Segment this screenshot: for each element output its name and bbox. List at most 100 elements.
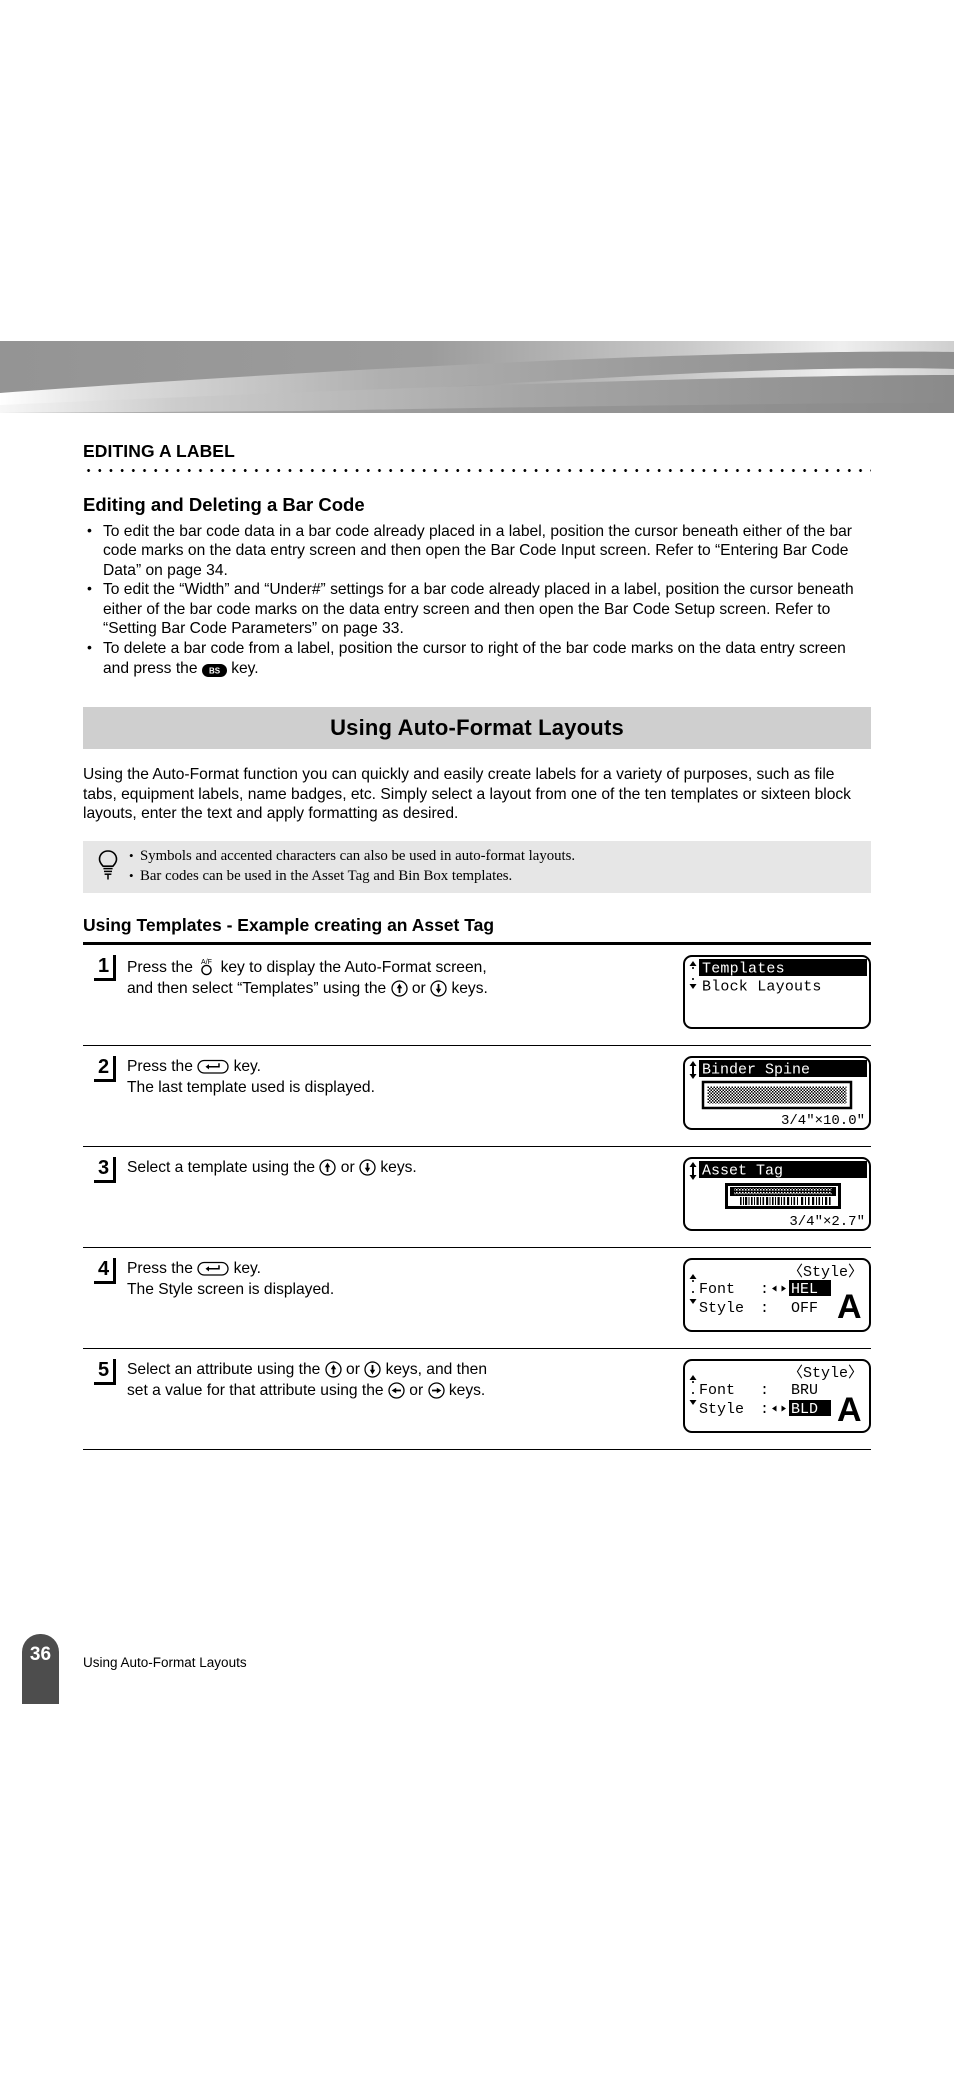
step-text-b: and then select “Templates” using the [127,979,387,997]
scroll-indicator [689,1061,697,1080]
up-arrow-key-icon [390,980,408,997]
lcd-row-text: Templates [702,961,785,978]
lcd-display-template: Binder Spine 3/4"×10.0" [683,1056,871,1131]
step-text-a: Select a template using the [127,1159,316,1177]
section-heading: Editing and Deleting a Bar Code [83,494,365,516]
step-text-c: or [411,979,426,997]
step-text-b: The Style screen is displayed. [127,1280,335,1298]
lcd-size-text: 3/4"×2.7" [789,1214,865,1229]
enter-key-icon [197,1260,229,1277]
step-text-a: Select an attribute using the [127,1361,321,1379]
down-arrow-key-icon [364,1361,381,1378]
step-screenshot: 〈Style〉 Font : BRU Style : BLD A [677,1358,871,1434]
step-text-a: key. [233,1260,262,1278]
step-row: 2 Press the key. The last template used … [83,1046,871,1148]
step-number: 2 [83,1055,127,1083]
lcd-font-sample: A [837,1391,862,1429]
intro-paragraph: Using the Auto-Format function you can q… [83,766,851,823]
note-box: Symbols and accented characters can also… [83,841,871,894]
step-screenshot: Templates Block Layouts [677,954,871,1030]
step-text-f: keys. [448,1381,486,1399]
step-instruction: Select a template using the or keys. [127,1156,677,1179]
lcd-label-text: Style [699,1401,744,1418]
scroll-indicator [689,1375,697,1406]
step-number: 3 [83,1156,127,1184]
list-item-tail: key. [231,659,259,677]
step-text-d: set a value for that attribute using the [127,1381,384,1399]
step-number: 4 [83,1257,127,1285]
scroll-indicator [689,961,697,990]
lcd-label-text: Style [699,1300,744,1317]
svg-text:BS: BS [209,666,221,675]
list-item: To edit the bar code data in a bar code … [83,521,871,581]
step-text-e: or [409,1381,424,1399]
step-row: 3 Select a template using the or keys. A… [83,1147,871,1249]
step-text-lead: Press the [127,1260,193,1278]
step-number: 1 [83,954,127,982]
steps-table: 1 Press the A/F key to display the Auto-… [83,942,871,1451]
step-instruction: Press the key. The Style screen is displ… [127,1257,677,1300]
step-text-d: keys. [451,979,488,997]
lr-arrow-indicator [772,1405,786,1412]
step-number: 5 [83,1358,127,1386]
step-text-a: key. [233,1058,262,1076]
step-text-c: keys. [380,1159,417,1177]
lcd-display-style-1: 〈Style〉 Font : HEL Style : OFF A [683,1258,871,1333]
up-arrow-key-icon [325,1361,342,1378]
list-item: Bar codes can be used in the Asset Tag a… [127,866,865,887]
section-band-title: Using Auto-Format Layouts [330,715,624,741]
step-screenshot: 〈Style〉 Font : HEL Style : OFF A [677,1257,871,1333]
lcd-display-style-2: 〈Style〉 Font : BRU Style : BLD A [683,1359,871,1434]
bs-key-icon: BS [201,663,227,677]
footer-title: Using Auto-Format Layouts [83,1655,247,1670]
step-text-b: or [340,1159,355,1177]
note-list: Symbols and accented characters can also… [127,846,865,887]
step-screenshot: Binder Spine 3/4"×10.0" [677,1055,871,1131]
enter-key-icon [197,1058,229,1075]
page-body: EDITING A LABEL Editing and Deleting a B… [0,413,954,1451]
lcd-font-sample: A [837,1288,862,1326]
banner-graphic [0,341,954,413]
step-text-b: The last template used is displayed. [127,1078,375,1096]
lcd-value-text: HEL [791,1281,818,1298]
scroll-indicator [689,1162,697,1181]
step-text-b: or [346,1361,360,1379]
af-key-icon: A/F [197,956,216,976]
chapter-title: EDITING A LABEL [83,441,235,461]
up-arrow-key-icon [319,1159,337,1176]
step-text-lead: Press the [127,959,193,977]
lcd-value-text: BLD [791,1401,818,1418]
scroll-indicator [689,1274,697,1305]
svg-text::: : [760,1281,769,1298]
lr-arrow-indicator [772,1285,786,1292]
down-arrow-key-icon [430,980,447,997]
svg-text::: : [760,1300,769,1317]
right-arrow-key-icon [427,1382,445,1399]
dotted-divider [83,468,871,474]
step-screenshot: Asset Tag 3/4"×2.7" [677,1156,871,1232]
step-instruction: Press the A/F key to display the Auto-Fo… [127,954,677,999]
lightbulb-icon [89,847,127,883]
bar-code-bullet-list: To edit the bar code data in a bar code … [83,521,871,679]
lcd-title-text: Asset Tag [702,1163,783,1180]
list-item: To delete a bar code from a label, posit… [83,638,871,678]
lcd-value-text: BRU [791,1382,818,1399]
step-row: 4 Press the key. The Style screen is dis… [83,1248,871,1350]
step-row: 1 Press the A/F key to display the Auto-… [83,945,871,1047]
lcd-display-asset-tag: Asset Tag 3/4"×2.7" [683,1157,871,1232]
lcd-display-menu: Templates Block Layouts [683,955,871,1030]
lcd-header-text: 〈Style〉 [788,1263,863,1281]
list-item: To edit the “Width” and “Under#” setting… [83,579,871,639]
lcd-title-text: Binder Spine [702,1062,810,1079]
section-band: Using Auto-Format Layouts [83,707,871,750]
step-text-c: keys, and then [385,1361,488,1379]
lcd-row-text: Block Layouts [702,979,822,996]
lcd-size-text: 3/4"×10.0" [781,1113,865,1128]
svg-text::: : [760,1382,769,1399]
left-arrow-key-icon [388,1382,405,1399]
lcd-header-text: 〈Style〉 [788,1364,863,1382]
note-body: Symbols and accented characters can also… [127,846,865,887]
step-text-lead: Press the [127,1058,193,1076]
svg-text::: : [760,1401,769,1418]
down-arrow-key-icon [359,1159,376,1176]
